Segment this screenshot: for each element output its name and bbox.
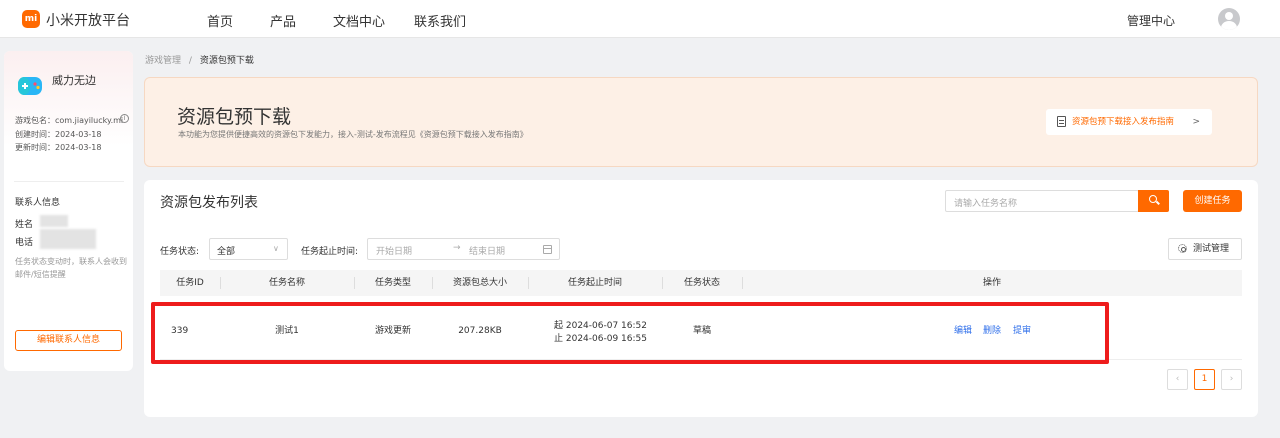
col-task-id: 任务ID (176, 278, 204, 288)
nav-home[interactable]: 首页 (207, 11, 233, 30)
range-arrow: → (453, 243, 461, 253)
col-task-name: 任务名称 (268, 278, 305, 288)
task-search-input[interactable]: 请输入任务名称 (945, 190, 1139, 212)
test-manage-label: 测试管理 (1193, 244, 1230, 254)
search-icon (1149, 195, 1157, 203)
status-filter-label: 任务状态: (160, 247, 200, 257)
contact-name-label: 姓名 (15, 220, 34, 230)
contact-hint: 任务状态变动时，联系人会收到邮件/短信提醒 (15, 257, 127, 279)
panel-title: 资源包发布列表 (160, 195, 258, 211)
edit-contact-button[interactable]: 编辑联系人信息 (15, 330, 122, 351)
status-filter-value: 全部 (217, 247, 236, 257)
nav-manage-center[interactable]: 管理中心 (1127, 12, 1175, 29)
time-filter-label: 任务起止时间: (301, 247, 359, 257)
prev-page-button[interactable]: ‹ (1167, 369, 1188, 390)
sidebar-divider (14, 181, 124, 182)
release-list-panel: 资源包发布列表 请输入任务名称 创建任务 任务状态: 全部 ∨ 任务起止时间: … (144, 180, 1258, 417)
gear-icon (1178, 244, 1187, 253)
col-task-type: 任务类型 (374, 278, 411, 288)
contact-phone-redacted (40, 229, 96, 249)
game-created-time: 创建时间：2024-03-18 (15, 130, 102, 139)
calendar-icon (543, 245, 552, 254)
banner-title: 资源包预下载 (177, 106, 292, 128)
highlight-box (151, 302, 1109, 364)
start-date-placeholder: 开始日期 (376, 247, 413, 257)
avatar-icon[interactable] (1218, 8, 1240, 30)
chevron-right-icon: > (1192, 117, 1200, 127)
contact-title: 联系人信息 (15, 198, 61, 208)
status-filter-select[interactable]: 全部 ∨ (209, 238, 288, 260)
guide-link-button[interactable]: 资源包预下载接入发布指南 > (1046, 109, 1212, 135)
col-actions: 操作 (982, 278, 1001, 288)
chevron-down-icon: ∨ (273, 244, 279, 253)
gamepad-icon (18, 77, 42, 95)
end-date-placeholder: 结束日期 (469, 247, 506, 257)
feature-banner: 资源包预下载 本功能为您提供便捷高效的资源包下发能力，接入-测试-发布流程见《资… (144, 77, 1258, 167)
game-name: 威力无边 (52, 74, 96, 87)
top-bar: mi 小米开放平台 首页 产品 文档中心 联系我们 管理中心 (0, 0, 1280, 38)
nav-products[interactable]: 产品 (270, 11, 296, 30)
document-icon (1057, 116, 1066, 127)
game-sidebar: 威力无边 游戏包名：com.jiayilucky.mi i 创建时间：2024-… (4, 51, 133, 371)
game-updated-time: 更新时间：2024-03-18 (15, 143, 102, 152)
contact-phone-label: 电话 (15, 238, 34, 248)
col-package-size: 资源包总大小 (452, 278, 507, 288)
contact-name-redacted (40, 215, 68, 227)
breadcrumb: 游戏管理 / 资源包预下载 (145, 53, 254, 66)
search-button[interactable] (1138, 190, 1169, 212)
page-1-button[interactable]: 1 (1194, 369, 1215, 390)
info-icon[interactable]: i (120, 114, 129, 123)
date-range-picker[interactable]: 开始日期 → 结束日期 (367, 238, 560, 260)
nav-docs[interactable]: 文档中心 (333, 11, 385, 30)
breadcrumb-parent[interactable]: 游戏管理 (145, 56, 181, 66)
col-status: 任务状态 (683, 278, 720, 288)
search-placeholder: 请输入任务名称 (954, 199, 1018, 209)
next-page-button[interactable]: › (1221, 369, 1242, 390)
game-package: 游戏包名：com.jiayilucky.mi (15, 116, 124, 125)
mi-logo-icon[interactable]: mi (22, 10, 40, 28)
brand-title[interactable]: 小米开放平台 (46, 10, 130, 30)
col-time-range: 任务起止时间 (567, 278, 622, 288)
table-header: 任务ID 任务名称 任务类型 资源包总大小 任务起止时间 任务状态 操作 (160, 270, 1242, 296)
nav-contact[interactable]: 联系我们 (414, 11, 466, 30)
guide-link-label: 资源包预下载接入发布指南 (1072, 117, 1175, 127)
test-manage-button[interactable]: 测试管理 (1168, 238, 1242, 260)
breadcrumb-separator: / (188, 56, 192, 66)
breadcrumb-current: 资源包预下载 (199, 56, 254, 66)
banner-description: 本功能为您提供便捷高效的资源包下发能力，接入-测试-发布流程见《资源包预下载接入… (178, 130, 528, 139)
create-task-button[interactable]: 创建任务 (1183, 190, 1242, 212)
